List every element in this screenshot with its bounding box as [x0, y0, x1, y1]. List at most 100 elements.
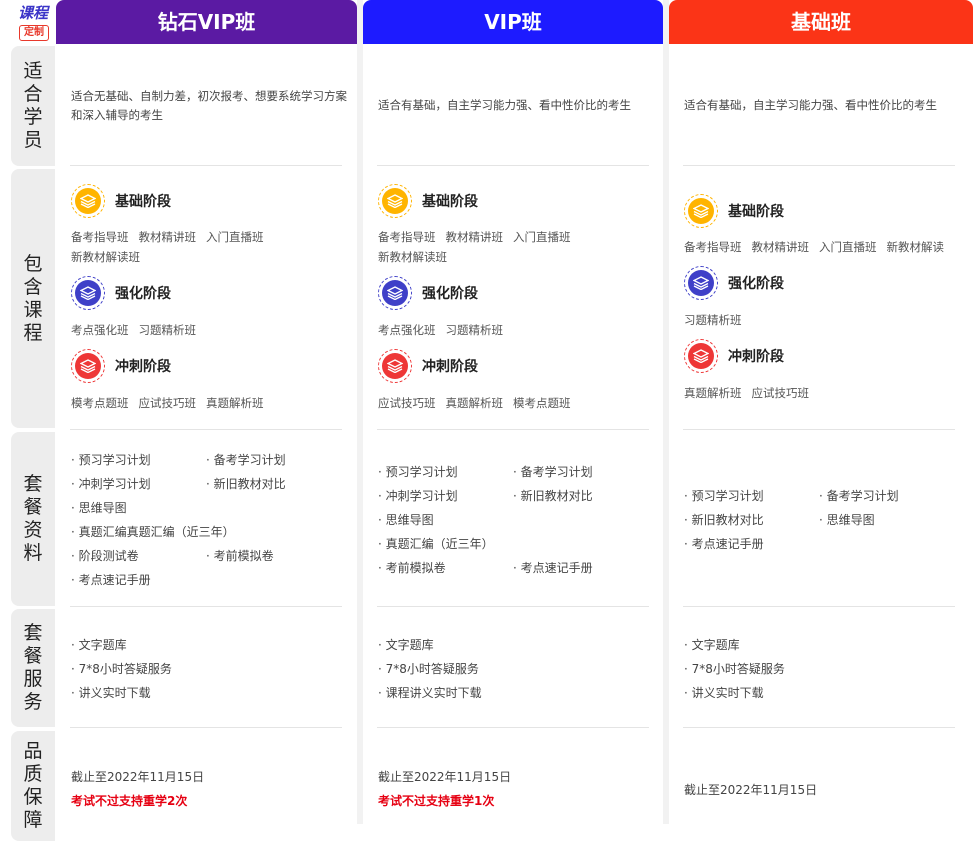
- guarantee-retake: 考试不过支持重学1次: [378, 794, 495, 808]
- divider: [377, 606, 649, 607]
- plan-intro: 适合有基础，自主学习能力强、看中性价比的考生: [378, 98, 631, 112]
- plan-intro: 适合有基础，自主学习能力强、看中性价比的考生: [684, 98, 937, 112]
- layers-icon: [378, 349, 412, 383]
- service-item: · 课程讲义实时下载: [378, 686, 482, 700]
- material-item: · 思维导图: [378, 513, 434, 527]
- material-item: · 考前模拟卷: [378, 561, 446, 575]
- stage-title: 基础阶段: [115, 194, 171, 210]
- divider: [70, 727, 342, 728]
- stage-title: 冲刺阶段: [728, 349, 784, 365]
- service-item: · 7*8小时答疑服务: [71, 662, 172, 676]
- material-item: · 思维导图: [71, 501, 127, 515]
- stage-title: 强化阶段: [422, 286, 478, 302]
- stage-title: 强化阶段: [115, 286, 171, 302]
- plan-header[interactable]: VIP班: [363, 0, 663, 44]
- stage-sprint-items: 应试技巧班 真题解析班 模考点题班: [378, 396, 571, 410]
- material-item: · 真题汇编（近三年）: [378, 537, 494, 551]
- logo-badge: 定制: [19, 25, 49, 41]
- row-label-target-students: 适合学员: [11, 46, 55, 166]
- guarantee-retake: 考试不过支持重学2次: [71, 794, 188, 808]
- plan-intro: 适合无基础、自制力差，初次报考、想要系统学习方案 和深入辅导的考生: [71, 89, 347, 122]
- course-custom-logo: 课程 定制: [16, 4, 50, 42]
- plan-header[interactable]: 基础班: [669, 0, 973, 44]
- divider: [377, 727, 649, 728]
- guarantee-deadline: 截止至2022年11月15日: [378, 770, 512, 784]
- stage-sprint: 冲刺阶段: [684, 337, 784, 375]
- material-item: · 预习学习计划: [684, 489, 764, 503]
- material-item: · 考点速记手册: [513, 561, 593, 575]
- plan-column-diamond-vip: 钻石VIP班 适合无基础、自制力差，初次报考、想要系统学习方案 和深入辅导的考生…: [56, 0, 357, 824]
- divider: [683, 727, 955, 728]
- material-item: · 真题汇编真题汇编（近三年）: [71, 525, 235, 539]
- layers-icon: [684, 194, 718, 228]
- stage-basic-items: 备考指导班 教材精讲班 入门直播班 新教材解读: [684, 240, 944, 254]
- layers-icon: [71, 184, 105, 218]
- layers-icon: [378, 184, 412, 218]
- stage-title: 冲刺阶段: [422, 359, 478, 375]
- layers-icon: [71, 349, 105, 383]
- service-item: · 讲义实时下载: [684, 686, 764, 700]
- stage-sprint-items: 模考点题班 应试技巧班 真题解析班: [71, 396, 264, 410]
- service-item: · 文字题库: [71, 638, 127, 652]
- stage-basic-items: 备考指导班 教材精讲班 入门直播班 新教材解读班: [378, 230, 571, 264]
- guarantee-deadline: 截止至2022年11月15日: [684, 783, 818, 797]
- stage-title: 强化阶段: [728, 276, 784, 292]
- plan-header[interactable]: 钻石VIP班: [56, 0, 357, 44]
- layers-icon: [71, 276, 105, 310]
- stage-basic: 基础阶段: [71, 182, 171, 220]
- divider: [683, 165, 955, 166]
- divider: [70, 165, 342, 166]
- stage-title: 基础阶段: [422, 194, 478, 210]
- stage-sprint: 冲刺阶段: [378, 347, 478, 385]
- divider: [683, 429, 955, 430]
- row-label-courses: 包含课程: [11, 169, 55, 428]
- row-label-materials: 套餐资料: [11, 432, 55, 606]
- service-item: · 讲义实时下载: [71, 686, 151, 700]
- stage-advanced: 强化阶段: [71, 274, 171, 312]
- stage-basic: 基础阶段: [378, 182, 478, 220]
- material-item: · 思维导图: [819, 513, 875, 527]
- material-item: · 备考学习计划: [513, 465, 593, 479]
- material-item: · 考前模拟卷: [206, 549, 274, 563]
- material-item: · 新旧教材对比: [513, 489, 593, 503]
- stage-sprint-items: 真题解析班 应试技巧班: [684, 386, 809, 400]
- material-item: · 阶段测试卷: [71, 549, 139, 563]
- stage-advanced-items: 考点强化班 习题精析班: [71, 323, 196, 337]
- guarantee-deadline: 截止至2022年11月15日: [71, 770, 205, 784]
- stage-title: 基础阶段: [728, 204, 784, 220]
- stage-advanced: 强化阶段: [378, 274, 478, 312]
- divider: [70, 606, 342, 607]
- stage-advanced: 强化阶段: [684, 264, 784, 302]
- material-item: · 考点速记手册: [71, 573, 151, 587]
- row-label-guarantee: 品质保障: [11, 731, 55, 841]
- stage-sprint: 冲刺阶段: [71, 347, 171, 385]
- service-item: · 文字题库: [684, 638, 740, 652]
- divider: [377, 429, 649, 430]
- stage-title: 冲刺阶段: [115, 359, 171, 375]
- material-item: · 备考学习计划: [819, 489, 899, 503]
- stage-advanced-items: 习题精析班: [684, 313, 742, 327]
- material-item: · 备考学习计划: [206, 453, 286, 467]
- plan-column-vip: VIP班 适合有基础，自主学习能力强、看中性价比的考生 基础阶段 备考指导班 教材…: [363, 0, 663, 824]
- material-item: · 新旧教材对比: [206, 477, 286, 491]
- stage-basic-items: 备考指导班 教材精讲班 入门直播班 新教材解读班: [71, 230, 264, 264]
- material-item: · 预习学习计划: [71, 453, 151, 467]
- plan-column-basic: 基础班 适合有基础，自主学习能力强、看中性价比的考生 基础阶段 备考指导班 教材精…: [669, 0, 973, 824]
- material-item: · 冲刺学习计划: [71, 477, 151, 491]
- material-item: · 预习学习计划: [378, 465, 458, 479]
- material-item: · 新旧教材对比: [684, 513, 764, 527]
- service-item: · 文字题库: [378, 638, 434, 652]
- divider: [377, 165, 649, 166]
- row-label-services: 套餐服务: [11, 609, 55, 727]
- layers-icon: [684, 266, 718, 300]
- layers-icon: [378, 276, 412, 310]
- service-item: · 7*8小时答疑服务: [378, 662, 479, 676]
- material-item: · 冲刺学习计划: [378, 489, 458, 503]
- stage-basic: 基础阶段: [684, 192, 784, 230]
- layers-icon: [684, 339, 718, 373]
- material-item: · 考点速记手册: [684, 537, 764, 551]
- stage-advanced-items: 考点强化班 习题精析班: [378, 323, 503, 337]
- logo-title: 课程: [17, 4, 48, 22]
- divider: [683, 606, 955, 607]
- service-item: · 7*8小时答疑服务: [684, 662, 785, 676]
